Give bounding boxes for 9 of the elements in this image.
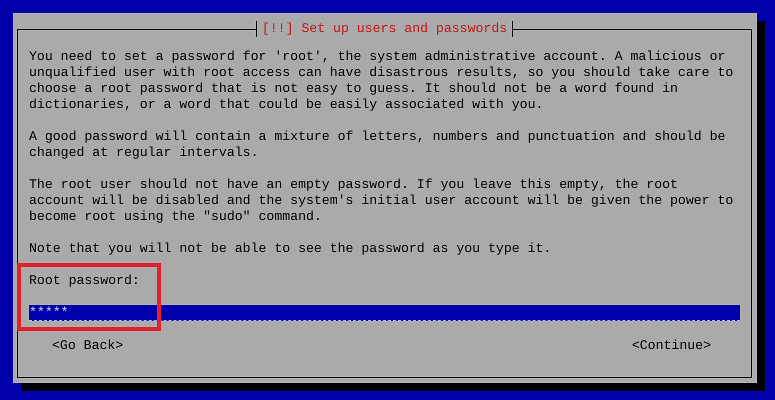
dialog-button[interactable]: <Go Back> (52, 338, 124, 354)
dialog-title: [!!] Set up users and passwords (256, 21, 514, 37)
paragraph: Note that you will not be able to see the password as you type it. (29, 241, 552, 257)
dialog-button[interactable]: <Continue> (632, 338, 711, 354)
paragraph: You need to set a password for 'root', the system administrative account. A malicious or unqualified user with root access can have disastrous results, so you should take care to choose a root password that is not easy to guess. It should not be a word found in dictionaries, or a word that could be easily associated with you. (29, 49, 734, 113)
field-label: Root password: (29, 273, 141, 289)
paragraph: A good password will contain a mixture of letters, numbers and punctuation and should be changed at regular intervals. (29, 129, 726, 161)
paragraph: The root user should not have an empty password. If you leave this empty, the root account will be disabled and the system's initial user account will be given the power to become root using the "sudo" command. (29, 177, 734, 225)
password-field[interactable]: ***** (29, 305, 740, 321)
